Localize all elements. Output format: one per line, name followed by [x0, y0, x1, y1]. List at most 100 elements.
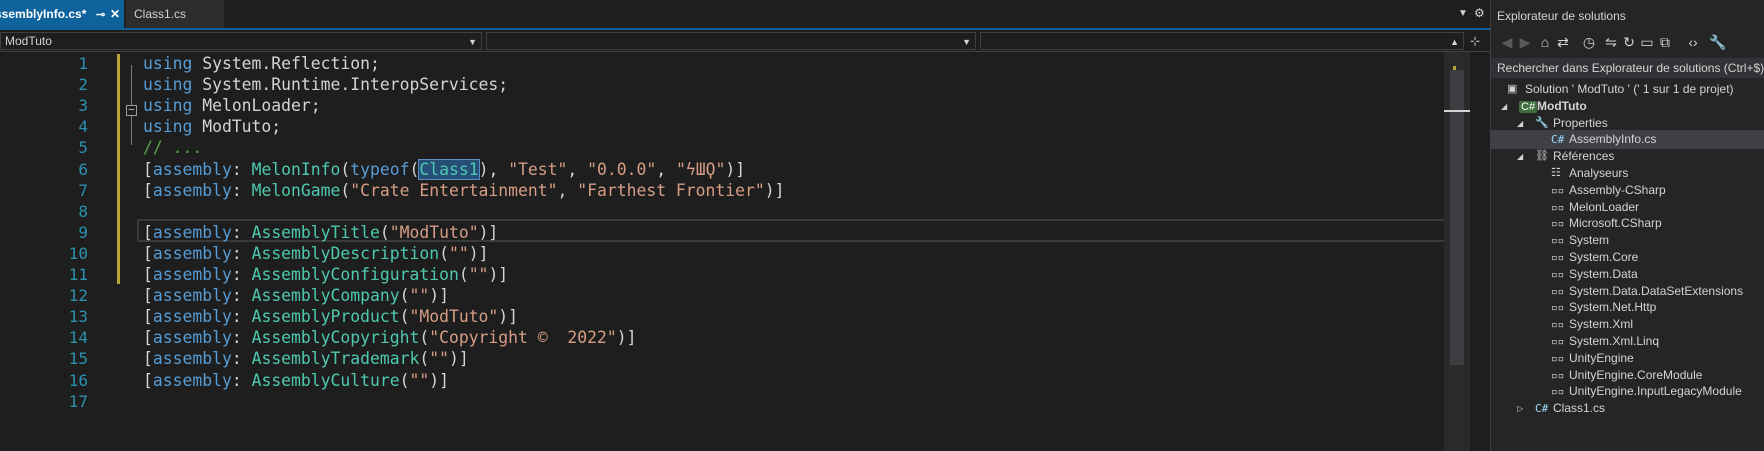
code-token: )] [468, 243, 489, 263]
code-token: "ModTuto" [389, 222, 479, 242]
code-token: AssemblyTrademark [251, 349, 420, 369]
code-token: )] [488, 265, 509, 284]
code-token: MelonInfo [251, 159, 341, 179]
code-token: ), [478, 159, 509, 179]
code-token: , [656, 159, 676, 179]
solution-explorer: Explorateur de solutions ◀ ▶ ⌂ ⇄ ◷ ⇋ ↻ ▭… [1490, 0, 1764, 451]
code-token: : [231, 243, 252, 263]
code-token: "" [409, 286, 430, 306]
forward-icon[interactable]: ▶ [1517, 34, 1533, 51]
show-all-files-icon[interactable]: ⧉ [1657, 34, 1673, 51]
tab-assemblyinfo[interactable]: ssemblyInfo.cs* ⊸ ✕ [0, 0, 124, 28]
tab-class1[interactable]: Class1.cs [126, 0, 224, 28]
code-token: "" [429, 349, 449, 369]
code-token: System.Reflection; [192, 54, 380, 73]
solution-explorer-title: Explorateur de solutions [1497, 9, 1626, 23]
code-token: : [231, 328, 252, 348]
type-dropdown[interactable]: ▼ [486, 32, 976, 50]
code-token: )] [429, 370, 449, 390]
history-icon[interactable]: ◷ [1581, 34, 1597, 51]
code-token: ModTuto; [192, 117, 282, 137]
chevron-down-icon: ▼ [962, 37, 971, 47]
code-token: ( [399, 370, 410, 390]
code-token: using [143, 75, 193, 95]
chevron-down-icon: ▼ [468, 37, 477, 47]
code-token: [ [143, 180, 153, 200]
code-token: ( [419, 328, 430, 348]
document-tab-bar: ssemblyInfo.cs* ⊸ ✕ Class1.cs ▼ ⚙ [0, 0, 1490, 30]
code-token: MelonLoader; [192, 96, 321, 116]
code-token: // ... [143, 138, 203, 158]
code-token: "" [468, 265, 489, 284]
gear-icon[interactable]: ⚙ [1474, 6, 1485, 20]
line-number: 17 [68, 391, 88, 411]
wrench-icon[interactable]: 🔧 [1709, 34, 1726, 51]
code-token: ( [409, 159, 420, 179]
tab-label: ssemblyInfo.cs* [0, 7, 87, 21]
visual-studio-window: ssemblyInfo.cs* ⊸ ✕ Class1.cs ▼ ⚙ ModTut… [0, 0, 1764, 451]
collapsed-arrow-icon[interactable]: ▷ [1517, 399, 1523, 418]
code-token: using [143, 54, 193, 73]
code-token: assembly [152, 328, 232, 348]
code-token: AssemblyCompany [251, 286, 400, 306]
code-token: "ϟШϘ" [675, 159, 726, 179]
code-token: [ [143, 159, 153, 179]
code-token: "Farthest Frontier" [577, 180, 765, 200]
code-token: ( [340, 180, 351, 200]
code-token: [ [143, 307, 153, 327]
code-token: ( [399, 307, 410, 327]
code-token: using [143, 117, 193, 137]
collapse-all-icon[interactable]: ▭ [1639, 34, 1655, 51]
close-icon[interactable]: ✕ [110, 7, 120, 21]
project-dropdown[interactable]: ModTuto ▼ [0, 32, 482, 50]
code-token: assembly [152, 159, 232, 179]
code-token: MelonGame [251, 180, 341, 200]
refresh-icon[interactable]: ↻ [1621, 34, 1637, 51]
code-token: )] [764, 180, 785, 200]
vertical-scrollbar[interactable] [1444, 52, 1470, 451]
code-token: )] [429, 286, 449, 306]
code-token: AssemblyTitle [251, 222, 380, 242]
code-view-icon[interactable]: ‹› [1685, 34, 1701, 50]
code-token: AssemblyDescription [251, 243, 440, 263]
member-dropdown[interactable]: ▲ [980, 32, 1464, 50]
project-dropdown-value: ModTuto [5, 34, 52, 48]
code-token: [ [143, 328, 153, 348]
code-token: : [231, 159, 252, 179]
code-token: "" [409, 370, 430, 390]
code-editor-pane: ssemblyInfo.cs* ⊸ ✕ Class1.cs ▼ ⚙ ModTut… [0, 0, 1490, 451]
split-window-icon[interactable]: ⊹ [1470, 34, 1480, 48]
scrollbar-thumb[interactable] [1450, 70, 1464, 365]
code-token: [ [143, 222, 153, 242]
csharp-project-icon: C# [1519, 100, 1538, 113]
code-token: assembly [152, 307, 232, 327]
code-token: [ [143, 349, 153, 369]
switch-views-icon[interactable]: ⇄ [1555, 34, 1571, 51]
code-token: , [567, 159, 588, 179]
code-token: using [143, 96, 193, 116]
tab-label: Class1.cs [134, 7, 187, 21]
code-token: ( [439, 243, 449, 263]
code-text-area[interactable]: − 1 using System.Reflection; 2 using System… [0, 52, 1470, 451]
selected-token: Class1 [418, 158, 480, 180]
tree-item-label: Class1.cs [1553, 401, 1606, 416]
solution-explorer-toolbar: ◀ ▶ ⌂ ⇄ ◷ ⇋ ↻ ▭ ⧉ ‹› 🔧 [1491, 30, 1764, 56]
back-icon[interactable]: ◀ [1499, 34, 1515, 51]
code-token: AssemblyCopyright [251, 328, 420, 348]
code-token: : [231, 349, 252, 369]
code-token: )] [448, 349, 469, 369]
tree-item[interactable]: ▷ C# Class1.cs [1491, 399, 1764, 418]
pin-icon[interactable]: ⊸ [96, 8, 105, 21]
code-token: "Crate Entertainment" [350, 180, 558, 200]
code-token: assembly [152, 180, 232, 200]
code-token: ( [399, 286, 410, 306]
code-token: : [231, 286, 252, 306]
sync-icon[interactable]: ⇋ [1603, 34, 1619, 51]
solution-explorer-search[interactable]: Rechercher dans Explorateur de solutions… [1491, 58, 1764, 78]
code-token: AssemblyConfiguration [251, 265, 459, 284]
home-icon[interactable]: ⌂ [1537, 34, 1553, 50]
code-token: "0.0.0" [587, 159, 657, 179]
code-token: : [231, 222, 252, 242]
tab-list-dropdown-icon[interactable]: ▼ [1458, 8, 1468, 19]
code-token: : [231, 370, 252, 390]
